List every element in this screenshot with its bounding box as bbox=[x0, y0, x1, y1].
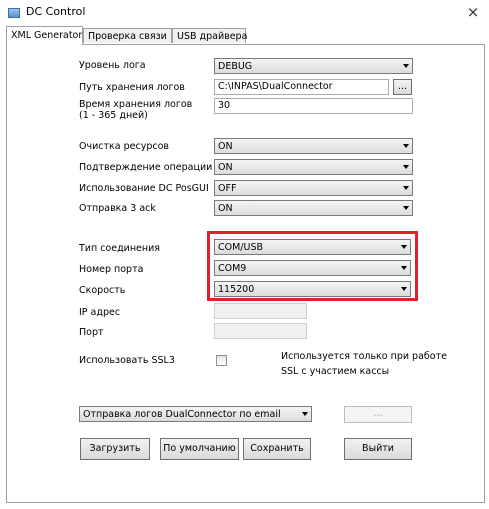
tab-xml-generator[interactable]: XML Generator bbox=[6, 26, 83, 45]
ssl3-label: Использовать SSL3 bbox=[79, 355, 175, 366]
log-path-label: Путь хранения логов bbox=[79, 82, 185, 93]
load-button[interactable]: Загрузить bbox=[80, 438, 150, 460]
connection-type-label: Тип соединения bbox=[79, 243, 160, 254]
chevron-down-icon bbox=[401, 245, 407, 249]
send-ack-value: ON bbox=[218, 203, 233, 214]
send-ack-label: Отправка 3 ack bbox=[79, 203, 156, 214]
title-bar: DC Control × bbox=[0, 0, 489, 26]
log-retention-label: Время хранения логов bbox=[79, 99, 193, 110]
browse-path-button[interactable]: ... bbox=[393, 79, 412, 95]
log-level-select[interactable]: DEBUG bbox=[214, 58, 413, 74]
posgui-label: Использование DC PosGUI bbox=[79, 183, 209, 194]
speed-select[interactable]: 115200 bbox=[214, 281, 411, 297]
ip-address-input[interactable] bbox=[214, 303, 307, 319]
port-number-value: COM9 bbox=[218, 263, 247, 274]
tab-usb-drivers[interactable]: USB драйвера bbox=[172, 28, 247, 43]
defaults-button[interactable]: По умолчанию bbox=[160, 438, 239, 460]
exit-button[interactable]: Выйти bbox=[344, 438, 412, 460]
email-logs-select[interactable]: Отправка логов DualConnector по email bbox=[79, 406, 312, 422]
chevron-down-icon bbox=[401, 287, 407, 291]
email-logs-value: Отправка логов DualConnector по email bbox=[83, 409, 281, 420]
operation-confirm-label: Подтверждение операции bbox=[79, 162, 213, 173]
port-input[interactable] bbox=[214, 323, 307, 339]
connection-type-value: COM/USB bbox=[218, 242, 264, 253]
resource-cleanup-label: Очистка ресурсов bbox=[79, 141, 169, 152]
chevron-down-icon bbox=[403, 64, 409, 68]
posgui-select[interactable]: OFF bbox=[214, 180, 413, 196]
speed-label: Скорость bbox=[79, 285, 126, 296]
log-retention-input[interactable]: 30 bbox=[214, 98, 413, 114]
app-icon bbox=[8, 8, 20, 18]
chevron-down-icon bbox=[403, 144, 409, 148]
tab-connection-check[interactable]: Проверка связи bbox=[83, 28, 172, 43]
log-level-label: Уровень лога bbox=[79, 60, 146, 71]
chevron-down-icon bbox=[401, 266, 407, 270]
chevron-down-icon bbox=[302, 412, 308, 416]
posgui-value: OFF bbox=[218, 183, 237, 194]
log-level-value: DEBUG bbox=[218, 61, 253, 72]
log-path-input[interactable]: C:\INPAS\DualConnector bbox=[214, 79, 389, 95]
operation-confirm-select[interactable]: ON bbox=[214, 159, 413, 175]
ip-address-label: IP адрес bbox=[79, 307, 121, 318]
resource-cleanup-select[interactable]: ON bbox=[214, 138, 413, 154]
connection-type-select[interactable]: COM/USB bbox=[214, 239, 411, 255]
operation-confirm-value: ON bbox=[218, 162, 233, 173]
log-retention-range-label: (1 - 365 дней) bbox=[79, 110, 148, 121]
chevron-down-icon bbox=[403, 165, 409, 169]
window-title: DC Control bbox=[26, 5, 86, 18]
port-number-select[interactable]: COM9 bbox=[214, 260, 411, 276]
speed-value: 115200 bbox=[218, 284, 255, 295]
send-ack-select[interactable]: ON bbox=[214, 200, 413, 216]
chevron-down-icon bbox=[403, 186, 409, 190]
chevron-down-icon bbox=[403, 206, 409, 210]
port-label: Порт bbox=[79, 327, 104, 338]
ssl3-checkbox[interactable] bbox=[216, 355, 227, 366]
resource-cleanup-value: ON bbox=[218, 141, 233, 152]
save-button[interactable]: Сохранить bbox=[243, 438, 311, 460]
ssl3-note-line2: SSL с участием кассы bbox=[281, 366, 390, 377]
close-icon[interactable]: × bbox=[465, 3, 481, 21]
ssl3-note-line1: Используется только при работе bbox=[281, 351, 447, 362]
email-logs-extra-button[interactable]: ... bbox=[344, 406, 412, 423]
port-number-label: Номер порта bbox=[79, 264, 144, 275]
